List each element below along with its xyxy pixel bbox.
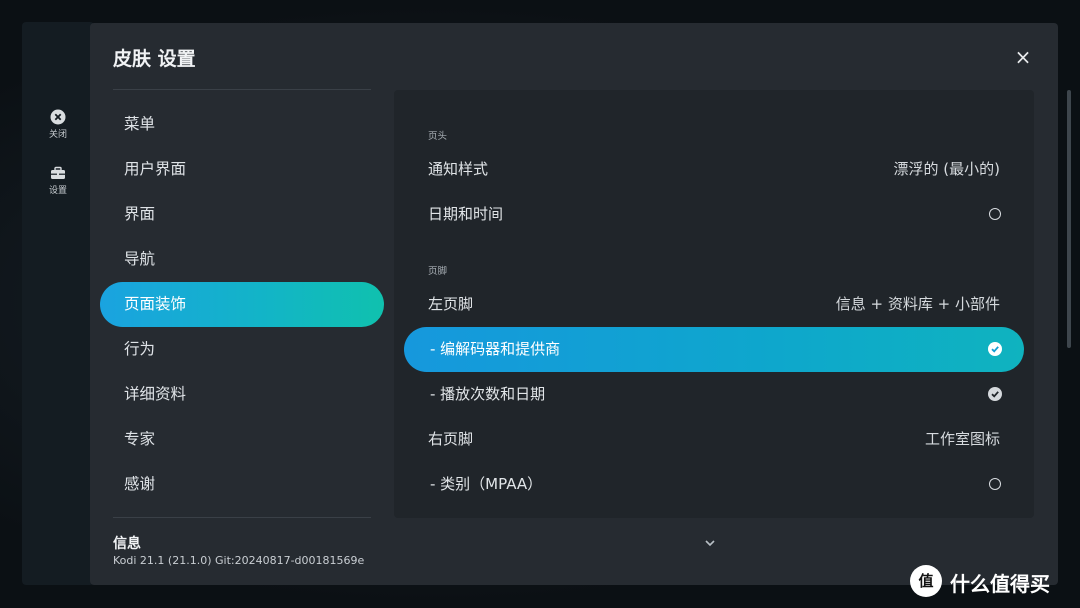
setting-value: 信息 + 资料库 + 小部件 [835, 295, 1000, 313]
setting-label: 日期和时间 [428, 205, 504, 223]
nav-item-details[interactable]: 详细资料 [100, 372, 384, 417]
side-rail: 关闭 设置 [22, 22, 94, 585]
nav-item-user-interface[interactable]: 用户界面 [100, 147, 384, 192]
setting-row-codecs-providers[interactable]: - 编解码器和提供商 [404, 327, 1024, 372]
close-button[interactable]: × [1012, 46, 1034, 68]
watermark-logo-icon: 值 [910, 565, 942, 597]
nav-item-expert[interactable]: 专家 [100, 417, 384, 462]
nav-item-menu[interactable]: 菜单 [100, 102, 384, 147]
setting-label: - 编解码器和提供商 [430, 340, 561, 358]
setting-row-genre-mpaa[interactable]: - 类别（MPAA） [404, 462, 1024, 507]
settings-panel: 页头 通知样式 漂浮的 (最小的) 日期和时间 页脚 左页脚 信息 + 资料库 … [394, 90, 1034, 518]
chevron-down-icon[interactable] [703, 538, 717, 548]
setting-label: 通知样式 [428, 160, 489, 178]
nav-item-interface[interactable]: 界面 [100, 192, 384, 237]
toggle-on-icon [988, 387, 1002, 401]
setting-label: 右页脚 [428, 430, 474, 448]
watermark: 值 什么值得买 [910, 565, 1070, 599]
nav-item-navigation[interactable]: 导航 [100, 237, 384, 282]
setting-value: 工作室图标 [924, 430, 1000, 448]
version-text: Kodi 21.1 (21.1.0) Git:20240817-d0018156… [113, 554, 365, 567]
toolbox-icon [51, 166, 65, 179]
dialog-title: 皮肤 设置 [113, 48, 196, 70]
setting-label: - 播放次数和日期 [430, 385, 546, 403]
toggle-off-icon [989, 208, 1001, 220]
setting-row-right-footer[interactable]: 右页脚 工作室图标 [404, 417, 1024, 462]
section-footer-label: 页脚 [428, 266, 448, 277]
nav-item-page-decoration[interactable]: 页面装饰 [100, 282, 384, 327]
watermark-text: 什么值得买 [950, 572, 1050, 596]
setting-row-playcount-date[interactable]: - 播放次数和日期 [404, 372, 1024, 417]
rail-close-button[interactable]: 关闭 [22, 109, 94, 140]
toggle-on-icon [988, 342, 1002, 356]
setting-label: - 类别（MPAA） [430, 475, 543, 493]
skin-settings-dialog: 皮肤 设置 × 菜单 用户界面 界面 导航 页面装饰 行为 详细资料 专家 感谢… [90, 23, 1058, 585]
setting-label: 左页脚 [428, 295, 474, 313]
info-heading: 信息 [113, 536, 141, 552]
rail-settings-label: 设置 [48, 186, 67, 196]
page-scrollbar[interactable] [1067, 90, 1071, 348]
rail-close-label: 关闭 [48, 130, 67, 140]
setting-row-date-time[interactable]: 日期和时间 [404, 192, 1024, 237]
toggle-off-icon [989, 478, 1001, 490]
close-circle-icon [50, 109, 66, 125]
nav-divider-bottom [113, 517, 371, 518]
nav-item-credits[interactable]: 感谢 [100, 462, 384, 507]
category-nav: 菜单 用户界面 界面 导航 页面装饰 行为 详细资料 专家 感谢 [100, 102, 384, 507]
rail-settings-button[interactable]: 设置 [22, 165, 94, 196]
setting-value: 漂浮的 (最小的) [893, 160, 1000, 178]
nav-item-behavior[interactable]: 行为 [100, 327, 384, 372]
section-header-label: 页头 [428, 131, 448, 142]
setting-row-left-footer[interactable]: 左页脚 信息 + 资料库 + 小部件 [404, 282, 1024, 327]
nav-divider-top [113, 89, 371, 90]
setting-row-notification-style[interactable]: 通知样式 漂浮的 (最小的) [404, 147, 1024, 192]
